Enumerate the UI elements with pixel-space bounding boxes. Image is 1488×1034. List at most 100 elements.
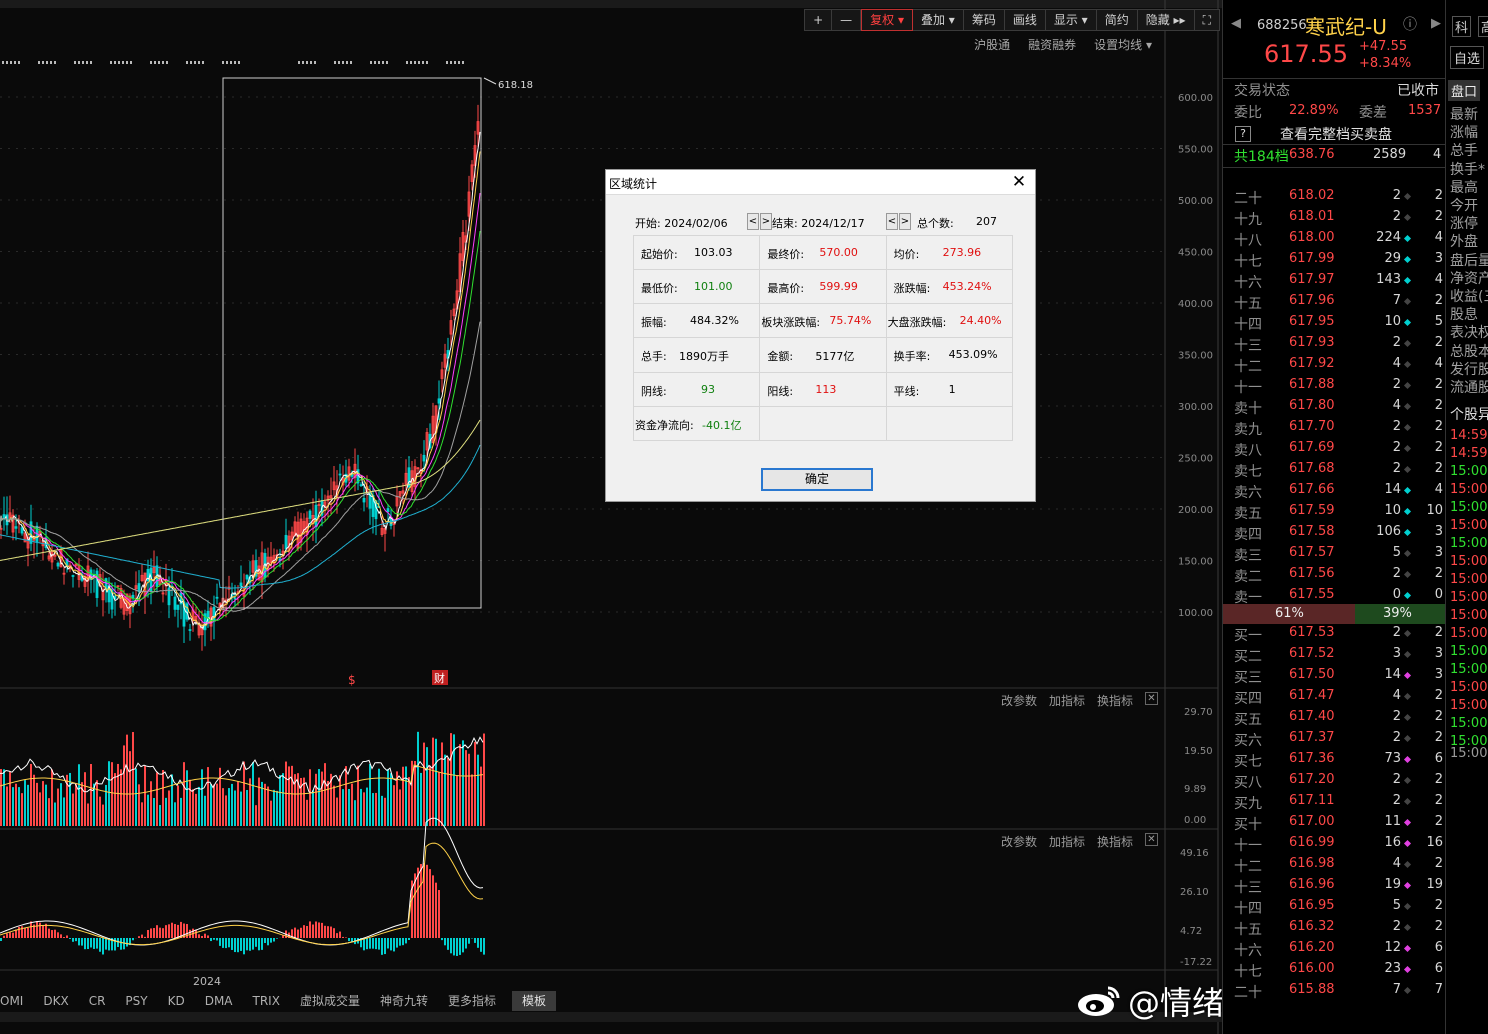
end-prev-button[interactable]: <: [886, 213, 898, 230]
sell-level-row[interactable]: 卖二 617.56 2 2: [1223, 564, 1445, 585]
tab-template[interactable]: 模板: [512, 991, 557, 1011]
buy-level-row[interactable]: 十二 616.98 4 2: [1223, 854, 1445, 875]
info-icon[interactable]: ⓘ: [1403, 14, 1417, 34]
buy-level-row[interactable]: 买九 617.11 2 2: [1223, 791, 1445, 812]
sell-level-row[interactable]: 十九 618.01 2 2: [1223, 207, 1445, 228]
stat-value: 1: [948, 382, 956, 396]
level-count: 2: [1434, 188, 1443, 203]
sell-level-row[interactable]: 卖十 617.80 4 2: [1223, 396, 1445, 417]
sell-level-row[interactable]: 二十 618.02 2 2: [1223, 186, 1445, 207]
buy-level-row[interactable]: 买五 617.40 2 2: [1223, 707, 1445, 728]
sell-level-row[interactable]: 卖六 617.66 14 4: [1223, 480, 1445, 501]
tab-kd[interactable]: KD: [158, 991, 195, 1011]
self-select-button[interactable]: 自选: [1450, 46, 1485, 69]
sell-level-row[interactable]: 十一 617.88 2 2: [1223, 375, 1445, 396]
margin-link[interactable]: 融资融券: [1028, 36, 1076, 53]
add-indicator-button[interactable]: 加指标: [1049, 692, 1085, 709]
tick-time: 15:00: [1450, 518, 1488, 533]
full-book-link[interactable]: 查看完整档买卖盘: [1280, 124, 1392, 144]
tab-more-indicators[interactable]: 更多指标: [438, 991, 506, 1011]
tick-time: 14:59: [1450, 428, 1488, 443]
overlay-button[interactable]: 叠加 ▾: [912, 9, 964, 31]
buy-level-row[interactable]: 十三 616.96 19 19: [1223, 875, 1445, 896]
buy-level-row[interactable]: 十六 616.20 12 6: [1223, 938, 1445, 959]
buy-level-row[interactable]: 买十 617.00 11 2: [1223, 812, 1445, 833]
sell-level-row[interactable]: 卖七 617.68 2 2: [1223, 459, 1445, 480]
tab-kechuang[interactable]: 科: [1452, 16, 1472, 37]
help-icon[interactable]: ?: [1235, 126, 1251, 142]
volume-bar: [183, 762, 185, 826]
hk-connect-link[interactable]: 沪股通: [974, 36, 1010, 53]
sell-level-row[interactable]: 十四 617.95 10 5: [1223, 312, 1445, 333]
chart-canvas[interactable]: 600.00 550.00 500.00 450.00 400.00 350.00 300.…: [0, 0, 1222, 1034]
adjust-button[interactable]: 复权 ▾: [861, 9, 913, 31]
buy-level-row[interactable]: 十一 616.99 16 16: [1223, 833, 1445, 854]
buy-level-row[interactable]: 买六 617.37 2 2: [1223, 728, 1445, 749]
chart-scrollbar[interactable]: [0, 1012, 1222, 1022]
next-stock-icon[interactable]: ▶: [1431, 16, 1441, 31]
fullscreen-icon[interactable]: ⛶: [1194, 9, 1220, 31]
zoom-in-button[interactable]: +: [804, 9, 833, 31]
sell-level-row[interactable]: 十五 617.96 7 2: [1223, 291, 1445, 312]
switch-indicator-button[interactable]: 换指标: [1097, 833, 1133, 850]
buy-level-row[interactable]: 买八 617.20 2 2: [1223, 770, 1445, 791]
start-next-button[interactable]: >: [760, 213, 772, 230]
signal-dot: [314, 61, 316, 64]
sell-level-row[interactable]: 十三 617.93 2 2: [1223, 333, 1445, 354]
hide-button[interactable]: 隐藏 ▸▸: [1137, 9, 1195, 31]
buy-level-row[interactable]: 买四 617.47 4 2: [1223, 686, 1445, 707]
tab-high[interactable]: 高: [1478, 16, 1488, 37]
add-indicator-button[interactable]: 加指标: [1049, 833, 1085, 850]
tab-pankou[interactable]: 盘口: [1448, 80, 1481, 101]
ma-settings-link[interactable]: 设置均线 ▾: [1094, 36, 1152, 53]
sell-level-row[interactable]: 卖九 617.70 2 2: [1223, 417, 1445, 438]
chips-button[interactable]: 筹码: [963, 9, 1005, 31]
edit-params-button[interactable]: 改参数: [1001, 833, 1037, 850]
level-count: 19: [1426, 877, 1443, 892]
simple-button[interactable]: 简约: [1096, 9, 1138, 31]
sell-level-row[interactable]: 卖五 617.59 10 10: [1223, 501, 1445, 522]
tab-virtual-volume[interactable]: 虚拟成交量: [290, 991, 370, 1011]
start-prev-button[interactable]: <: [747, 213, 759, 230]
tab-dkx[interactable]: DKX: [33, 991, 78, 1011]
tab-dma[interactable]: DMA: [195, 991, 243, 1011]
display-button[interactable]: 显示 ▾: [1045, 9, 1097, 31]
buy-level-row[interactable]: 十五 616.32 2 2: [1223, 917, 1445, 938]
level-price: 617.96: [1289, 293, 1335, 308]
sell-level-row[interactable]: 卖一 617.55 0 0: [1223, 585, 1445, 606]
tab-cr[interactable]: CR: [79, 991, 116, 1011]
buy-level-row[interactable]: 买三 617.50 14 3: [1223, 665, 1445, 686]
close-icon[interactable]: ✕: [1145, 692, 1158, 705]
sell-level-row[interactable]: 卖三 617.57 5 3: [1223, 543, 1445, 564]
sell-level-row[interactable]: 十七 617.99 29 3: [1223, 249, 1445, 270]
kline-chart-area[interactable]: 600.00 550.00 500.00 450.00 400.00 350.00 300.…: [0, 0, 1416, 1034]
buy-level-row[interactable]: 买七 617.36 73 6: [1223, 749, 1445, 770]
zoom-out-button[interactable]: —: [832, 9, 862, 31]
sell-level-row[interactable]: 卖八 617.69 2 2: [1223, 438, 1445, 459]
close-icon[interactable]: ✕: [1145, 833, 1158, 846]
ok-button[interactable]: 确定: [761, 468, 873, 491]
buy-level-row[interactable]: 二十 615.88 7 7: [1223, 980, 1445, 1001]
side-label: 净资产: [1450, 270, 1488, 287]
side-label: 股息: [1450, 307, 1478, 324]
sell-level-row[interactable]: 十八 618.00 224 4: [1223, 228, 1445, 249]
tab-omi[interactable]: OMI: [0, 991, 33, 1011]
tab-trix[interactable]: TRIX: [243, 991, 290, 1011]
tab-magic-nine[interactable]: 神奇九转: [370, 991, 438, 1011]
end-next-button[interactable]: >: [899, 213, 911, 230]
edit-params-button[interactable]: 改参数: [1001, 692, 1037, 709]
tab-psy[interactable]: PSY: [115, 991, 157, 1011]
sell-level-row[interactable]: 卖四 617.58 106 3: [1223, 522, 1445, 543]
sell-level-row[interactable]: 十二 617.92 4 4: [1223, 354, 1445, 375]
macd-bar: [225, 938, 227, 949]
buy-level-row[interactable]: 十四 616.95 5 2: [1223, 896, 1445, 917]
buy-level-row[interactable]: 十七 616.00 23 6: [1223, 959, 1445, 980]
close-icon[interactable]: ✕: [1011, 172, 1027, 192]
draw-line-button[interactable]: 画线: [1004, 9, 1046, 31]
prev-stock-icon[interactable]: ◀: [1231, 16, 1241, 31]
sell-level-row[interactable]: 十六 617.97 143 4: [1223, 270, 1445, 291]
switch-indicator-button[interactable]: 换指标: [1097, 692, 1133, 709]
macd-bar: [216, 938, 218, 941]
buy-level-row[interactable]: 买一 617.53 2 2: [1223, 623, 1445, 644]
buy-level-row[interactable]: 买二 617.52 3 3: [1223, 644, 1445, 665]
